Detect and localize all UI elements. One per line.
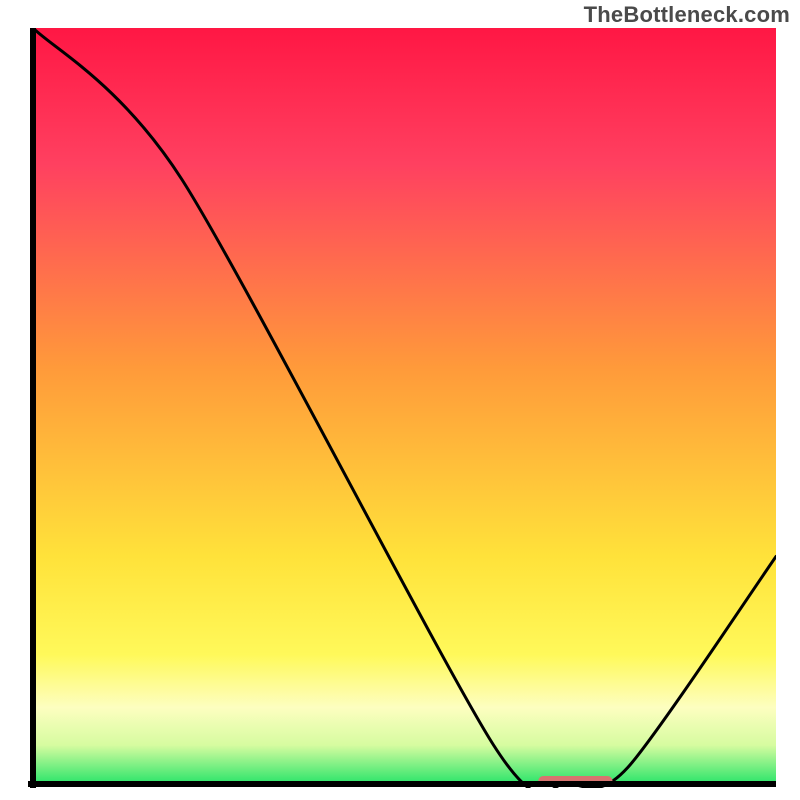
bottleneck-chart [28,28,776,788]
plot-background [33,28,776,783]
chart-container: TheBottleneck.com [0,0,800,800]
watermark-text: TheBottleneck.com [584,2,790,28]
